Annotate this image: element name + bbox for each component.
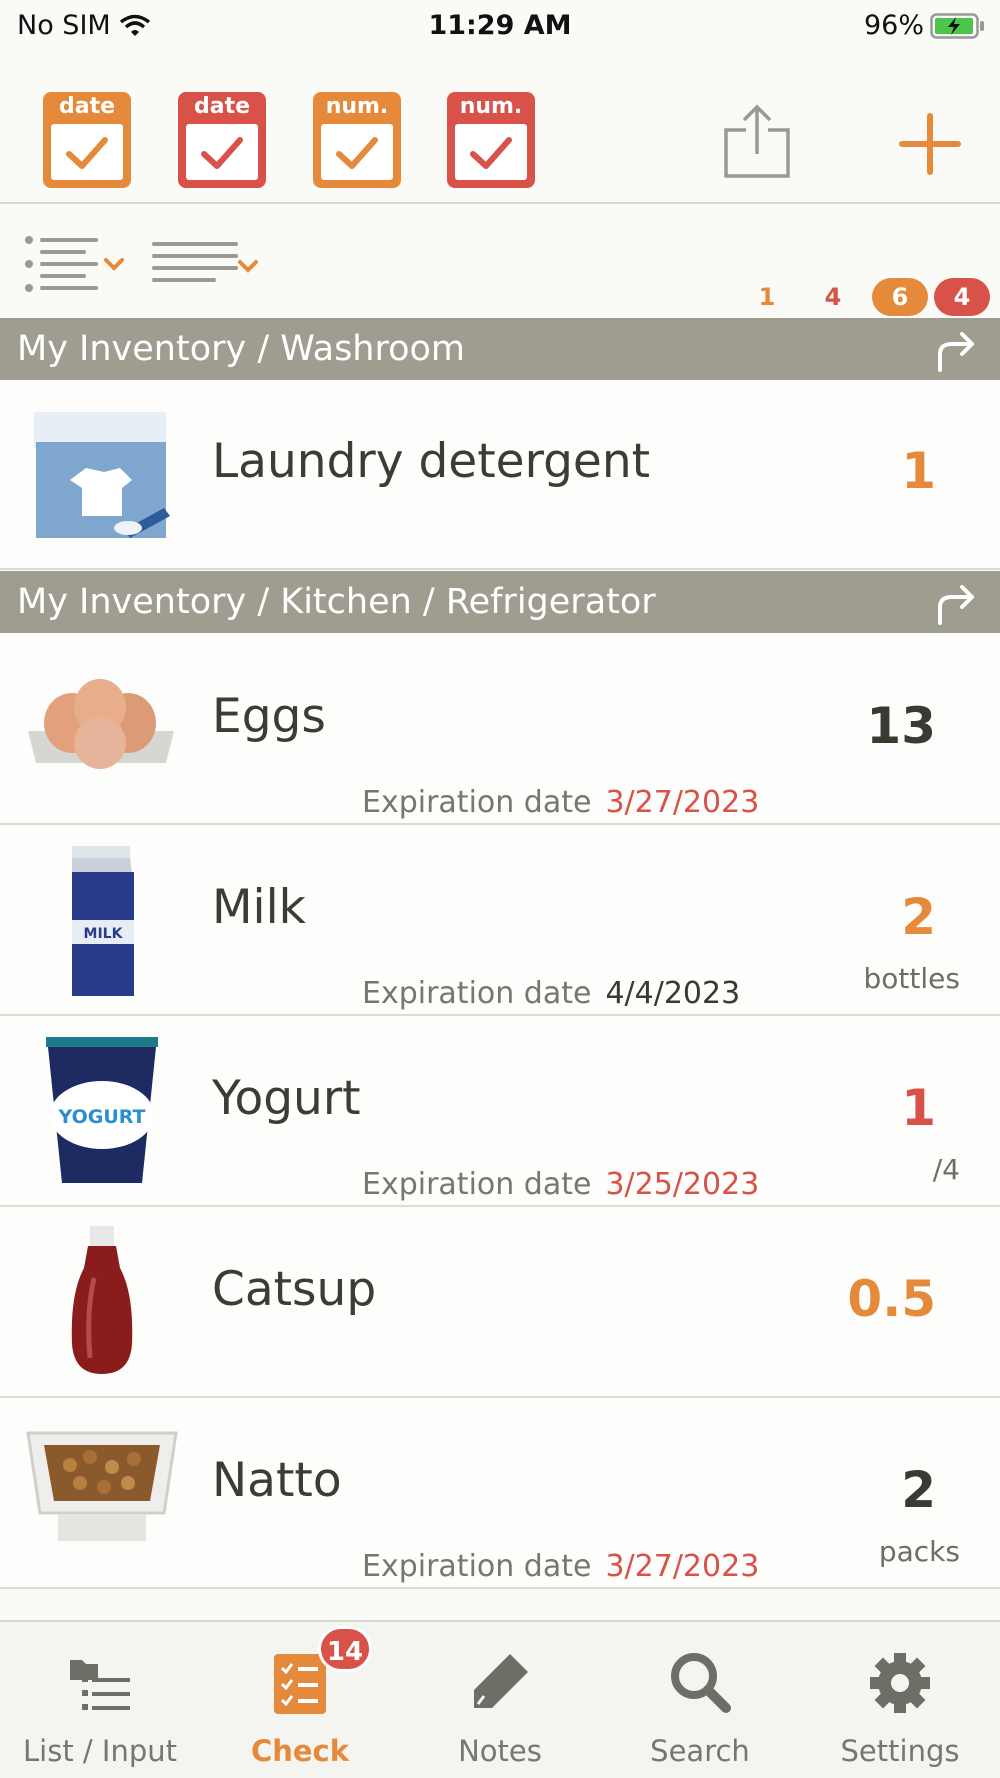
eggs-image: [28, 679, 174, 769]
battery-icon: [930, 12, 984, 39]
item-name: Natto: [212, 1453, 342, 1508]
section-path: My Inventory / Kitchen / Refrigerator: [17, 582, 656, 622]
section-header-washroom[interactable]: My Inventory / Washroom: [0, 318, 1000, 380]
status-bar: No SIM 11:29 AM 96%: [0, 0, 1000, 52]
count-num-red: 4: [934, 278, 990, 316]
tab-label: Settings: [840, 1734, 960, 1768]
item-quantity: 1: [901, 442, 936, 500]
section-path: My Inventory / Washroom: [17, 329, 466, 369]
item-quantity: 1: [901, 1079, 936, 1137]
item-row-laundry-detergent[interactable]: Laundry detergent 1: [0, 380, 1000, 570]
filter-date-red-button[interactable]: date: [178, 92, 266, 188]
tab-settings[interactable]: Settings: [800, 1622, 1000, 1778]
item-name: Catsup: [212, 1262, 377, 1317]
list-style-icon[interactable]: [24, 234, 132, 294]
expiration-date: 3/25/2023: [605, 1167, 760, 1202]
expiration: Expiration date 3/25/2023: [362, 1167, 759, 1202]
count-date-red: 4: [824, 283, 842, 311]
expiration-label: Expiration date: [362, 785, 592, 820]
section-header-refrigerator[interactable]: My Inventory / Kitchen / Refrigerator: [0, 571, 1000, 633]
tab-check[interactable]: 14 Check: [200, 1622, 400, 1778]
item-name: Yogurt: [212, 1071, 361, 1126]
tab-label: Notes: [458, 1734, 542, 1768]
tab-list-input[interactable]: List / Input: [0, 1622, 200, 1778]
filter-num-red-button[interactable]: num.: [447, 92, 535, 188]
battery: 96%: [864, 10, 986, 41]
expiration-date: 4/4/2023: [605, 976, 741, 1011]
tab-label: List / Input: [23, 1734, 177, 1768]
checkmark-icon: [201, 137, 243, 169]
item-name: Laundry detergent: [212, 434, 651, 489]
expiration-label: Expiration date: [362, 1167, 592, 1202]
count-num-orange: 6: [872, 278, 928, 316]
clock: 11:29 AM: [428, 10, 572, 41]
item-quantity: 0.5: [847, 1270, 936, 1328]
filter-date-orange-button[interactable]: date: [43, 92, 131, 188]
filter-label: num.: [459, 94, 523, 119]
filter-label: num.: [325, 94, 389, 119]
item-row-milk[interactable]: MILK Milk Expiration date 4/4/2023 2 bott…: [0, 826, 1000, 1016]
expiration-label: Expiration date: [362, 1549, 592, 1584]
filter-num-orange-button[interactable]: num.: [313, 92, 401, 188]
item-name: Milk: [212, 880, 306, 935]
item-row-eggs[interactable]: Eggs Expiration date 3/27/2023 13: [0, 635, 1000, 825]
folder-list-icon: [70, 1660, 130, 1710]
filter-label: date: [193, 94, 251, 119]
item-unit: bottles: [863, 962, 960, 995]
detergent-box-image: [34, 412, 170, 538]
sort-icon[interactable]: [152, 240, 264, 288]
yogurt-label: YOGURT: [58, 1106, 146, 1128]
pencil-icon: [474, 1654, 528, 1708]
checkmark-icon: [66, 137, 108, 169]
item-quantity: 13: [866, 697, 936, 755]
jump-arrow-icon[interactable]: [934, 328, 978, 372]
expiration-date: 3/27/2023: [605, 785, 760, 820]
toolbar: date date num. num.: [0, 52, 1000, 204]
search-icon: [671, 1653, 731, 1713]
expiration: Expiration date 3/27/2023: [362, 785, 759, 820]
count-date-orange: 1: [758, 283, 776, 311]
yogurt-cup-image: YOGURT: [46, 1037, 158, 1183]
milk-carton-image: MILK: [72, 846, 134, 996]
checkmark-icon: [470, 137, 512, 169]
expiration: Expiration date 3/27/2023: [362, 1549, 759, 1584]
tab-bar: List / Input 14 Check Notes Search Setti…: [0, 1620, 1000, 1778]
expiration-label: Expiration date: [362, 976, 592, 1011]
tab-notes[interactable]: Notes: [400, 1622, 600, 1778]
filter-label: date: [58, 94, 116, 119]
item-row-yogurt[interactable]: YOGURT Yogurt Expiration date 3/25/2023 1…: [0, 1017, 1000, 1207]
share-icon[interactable]: [722, 104, 792, 180]
battery-percent: 96%: [863, 10, 924, 41]
checkmark-icon: [336, 137, 378, 169]
jump-arrow-icon[interactable]: [934, 581, 978, 625]
filter-row: 1 4 6 4: [0, 204, 1000, 318]
milk-label: MILK: [84, 926, 124, 942]
summary-counts: 1 4 6 4: [734, 278, 990, 316]
item-quantity: 2: [901, 1461, 936, 1519]
tab-label: Search: [650, 1734, 750, 1768]
gear-icon: [870, 1653, 930, 1713]
check-badge: 14: [318, 1626, 372, 1672]
plus-icon[interactable]: [898, 112, 962, 176]
tab-label: Check: [250, 1734, 350, 1768]
expiration-date: 3/27/2023: [605, 1549, 760, 1584]
item-row-natto[interactable]: Natto Expiration date 3/27/2023 2 packs: [0, 1399, 1000, 1589]
item-unit: packs: [878, 1535, 960, 1568]
natto-container-image: [26, 1431, 178, 1541]
tab-search[interactable]: Search: [600, 1622, 800, 1778]
expiration: Expiration date 4/4/2023: [362, 976, 740, 1011]
item-row-catsup[interactable]: Catsup 0.5: [0, 1208, 1000, 1398]
item-unit: /4: [932, 1153, 960, 1186]
catsup-bottle-image: [71, 1226, 133, 1374]
item-name: Eggs: [212, 689, 326, 744]
item-quantity: 2: [901, 888, 936, 946]
